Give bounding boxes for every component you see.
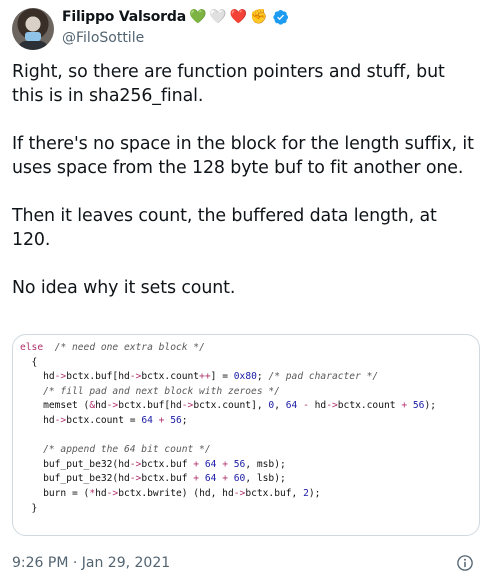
author-display-name[interactable]: Filippo Valsorda bbox=[62, 9, 186, 25]
info-icon[interactable] bbox=[456, 554, 474, 572]
red-heart-icon: ❤️ bbox=[229, 9, 248, 25]
raised-fist-icon: ✊ bbox=[250, 9, 268, 25]
code-line: burn = (*hd->bctx.bwrite) (hd, hd->bctx.… bbox=[20, 487, 321, 499]
tweet-paragraph: Right, so there are function pointers an… bbox=[12, 62, 445, 106]
author-handle[interactable]: @FiloSottile bbox=[62, 30, 144, 46]
code-line: /* fill pad and next block with zeroes *… bbox=[43, 385, 280, 397]
code-block: else /* need one extra block */ { hd->bc… bbox=[20, 341, 436, 516]
tweet-paragraph: Then it leaves count, the buffered data … bbox=[12, 206, 437, 250]
tweet-header: Filippo Valsorda 💚 🤍 ❤️ ✊ @FiloSottile bbox=[10, 8, 476, 52]
avatar[interactable] bbox=[12, 8, 54, 50]
verified-badge-icon bbox=[273, 10, 288, 25]
tweet-paragraph: If there's no space in the block for the… bbox=[12, 134, 474, 178]
code-line: hd->bctx.count = 64 + 56; bbox=[20, 414, 188, 426]
tweet-paragraph: No idea why it sets count. bbox=[12, 278, 236, 298]
code-line: memset (&hd->bctx.buf[hd->bctx.count], 0… bbox=[20, 400, 437, 412]
green-heart-icon: 💚 bbox=[188, 9, 207, 25]
code-screenshot-image[interactable]: else /* need one extra block */ { hd->bc… bbox=[12, 334, 480, 536]
author-name-row[interactable]: Filippo Valsorda 💚 🤍 ❤️ ✊ bbox=[62, 9, 289, 25]
timestamp[interactable]: 9:26 PM · Jan 29, 2021 bbox=[12, 555, 170, 571]
code-line: buf_put_be32(hd->bctx.buf + 64 + 60, lsb… bbox=[20, 473, 286, 485]
code-line: else /* need one extra block */ bbox=[20, 342, 205, 353]
code-line: buf_put_be32(hd->bctx.buf + 64 + 56, msb… bbox=[20, 458, 286, 470]
code-line: { bbox=[20, 356, 38, 368]
code-line: hd->bctx.buf[hd->bctx.count++] = 0x80; /… bbox=[20, 371, 379, 383]
tweet-text: Right, so there are function pointers an… bbox=[12, 60, 476, 300]
code-line: /* append the 64 bit count */ bbox=[43, 444, 211, 456]
tweet-footer: 9:26 PM · Jan 29, 2021 bbox=[12, 554, 474, 574]
code-line: } bbox=[20, 502, 38, 514]
white-heart-icon: 🤍 bbox=[209, 9, 227, 25]
